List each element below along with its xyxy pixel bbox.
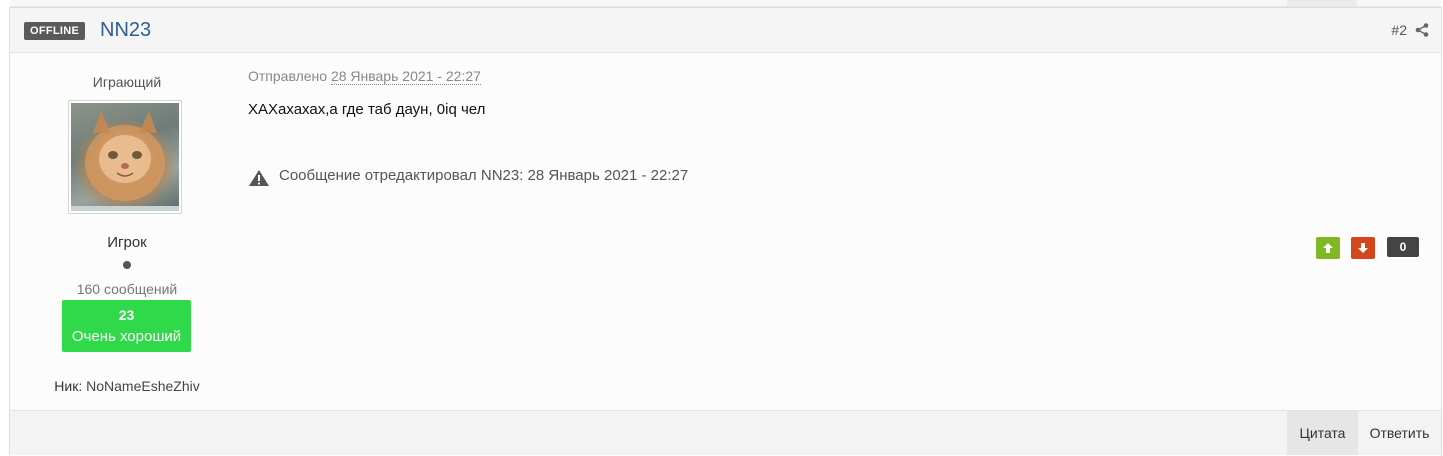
previous-post-footer-edge <box>10 0 1441 7</box>
offline-status-badge: OFFLINE <box>24 22 86 40</box>
reputation-count: 0 <box>1387 237 1419 257</box>
warning-icon <box>249 170 269 186</box>
arrow-up-icon <box>1323 243 1333 253</box>
reputation-badge: 23 Очень хороший <box>62 300 191 352</box>
post-number-link[interactable]: #2 <box>1391 22 1407 38</box>
posted-date: 28 Январь 2021 - 22:27 <box>330 68 481 85</box>
arrow-down-icon <box>1358 243 1368 253</box>
author-avatar[interactable] <box>68 100 182 214</box>
share-icon[interactable] <box>1415 23 1429 37</box>
nick-field-label: Ник: <box>54 378 83 394</box>
reputation-controls: 0 <box>1316 237 1419 259</box>
previous-post-tab-edge <box>1287 0 1357 6</box>
author-info-column: Играющий Игрок 160 сообщений 23 Очень хо… <box>10 53 244 410</box>
edit-note: Сообщение отредактировал NN23: 28 Январь… <box>248 167 689 186</box>
reputation-value: 23 <box>118 307 135 323</box>
quote-button[interactable]: Цитата <box>1287 411 1358 455</box>
nick-field-value: NoNameEsheZhiv <box>86 378 200 394</box>
reply-button[interactable]: Ответить <box>1358 411 1441 455</box>
cat-avatar-image <box>71 103 179 211</box>
vote-up-button[interactable] <box>1316 237 1340 259</box>
posted-label: Отправлено <box>248 68 328 84</box>
vote-down-button[interactable] <box>1351 237 1375 259</box>
user-group-title: Играющий <box>92 74 162 90</box>
posted-meta: Отправлено 28 Январь 2021 - 22:27 <box>248 68 481 85</box>
reputation-label: Очень хороший <box>71 328 182 345</box>
post-content-column: Отправлено 28 Январь 2021 - 22:27 ХАХаха… <box>248 53 1438 410</box>
post-header: OFFLINE NN23 #2 <box>10 8 1441 53</box>
author-name-link[interactable]: NN23 <box>100 18 151 42</box>
custom-field-nick: Ник: NoNameEsheZhiv <box>10 378 244 394</box>
rank-pip-icon <box>123 261 131 269</box>
post-body-text: ХАХахахах,а где таб даун, 0iq чел <box>248 101 486 118</box>
forum-post: OFFLINE NN23 #2 Играющий Игрок 160 сообщ… <box>9 7 1442 456</box>
edit-note-text: Сообщение отредактировал NN23: 28 Январь… <box>279 167 689 184</box>
post-count: 160 сообщений <box>76 281 178 297</box>
member-rank-title: Игрок <box>107 234 147 251</box>
post-footer: Цитата Ответить <box>10 410 1441 455</box>
